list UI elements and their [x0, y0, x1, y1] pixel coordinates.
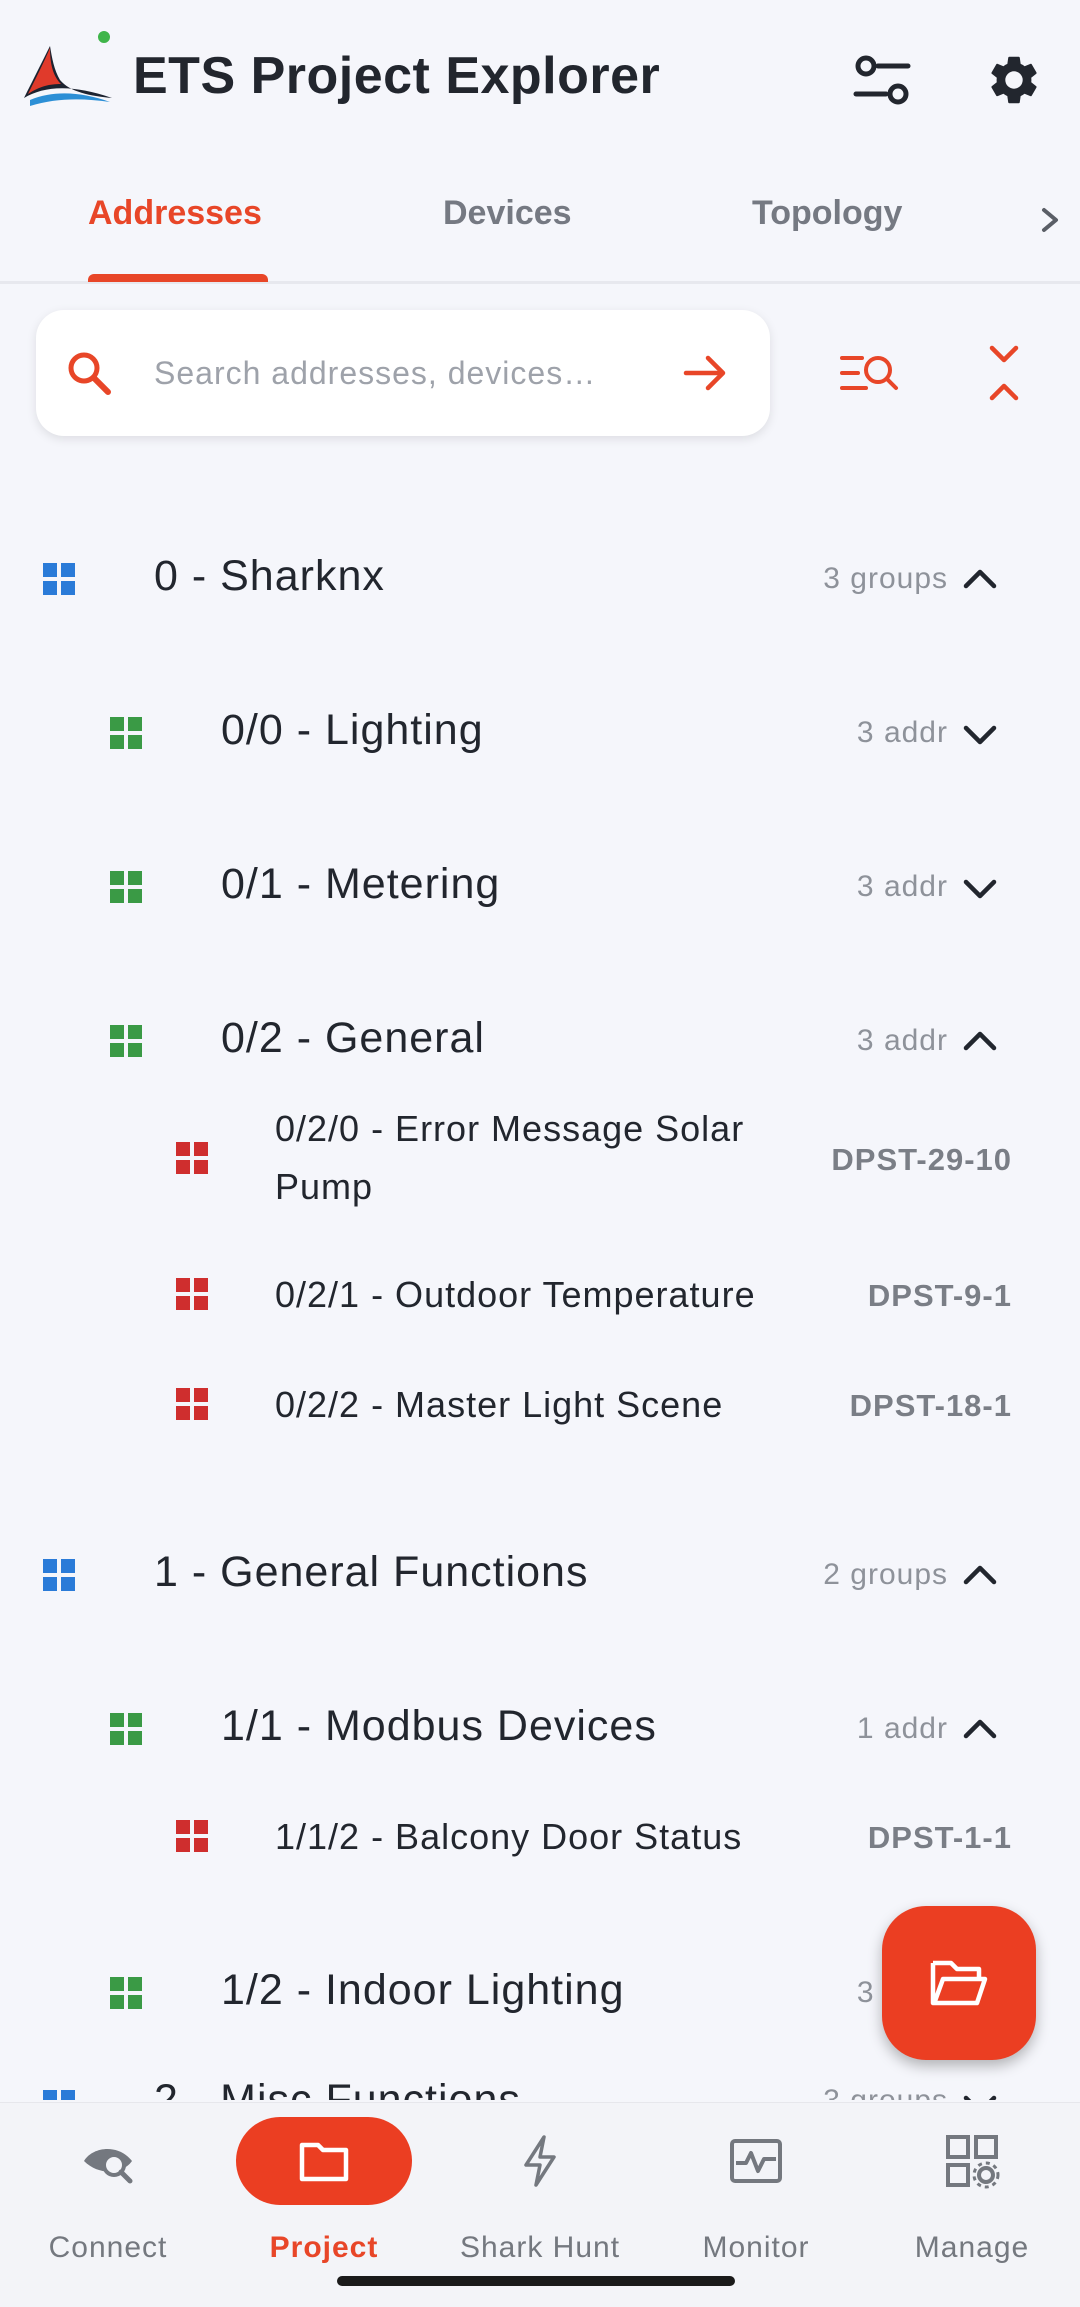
nav-project-label: Project: [269, 2231, 379, 2264]
group-count: 2 groups: [823, 1558, 948, 1591]
group-address-icon: [176, 1142, 210, 1176]
address-count: 1 addr: [856, 1712, 948, 1745]
chevron-down-icon[interactable]: [958, 2082, 1002, 2100]
main-group-label: 1 - General Functions: [154, 1548, 589, 1596]
settings-button[interactable]: [974, 40, 1054, 120]
tab-devices[interactable]: Devices: [443, 194, 572, 233]
nav-connect[interactable]: Connect: [0, 2103, 216, 2307]
group-address-label-line1: 0/2/0 - Error Message Solar: [275, 1108, 745, 1149]
chevron-right-icon[interactable]: [1030, 200, 1070, 240]
search-filter-icon[interactable]: [836, 340, 902, 406]
datapoint-type: DPST-9-1: [867, 1278, 1012, 1313]
middle-group-row[interactable]: 0/0 - Lighting 3 addr: [0, 654, 1080, 754]
middle-group-row[interactable]: 0/1 - Metering 3 addr: [0, 808, 1080, 908]
group-address-row[interactable]: 1/1/2 - Balcony Door Status DPST-1-1: [0, 1770, 1080, 1870]
middle-group-label: 0/1 - Metering: [221, 860, 501, 908]
home-indicator: [337, 2276, 735, 2286]
datapoint-type: DPST-18-1: [849, 1388, 1012, 1423]
middle-group-icon: [110, 871, 144, 905]
chevron-up-icon[interactable]: [958, 558, 1002, 602]
search-icon: [68, 352, 111, 395]
nav-shark-hunt-label: Shark Hunt: [459, 2231, 621, 2264]
chevron-up-icon[interactable]: [958, 1554, 1002, 1598]
middle-group-row[interactable]: 0/2 - General 3 addr: [0, 962, 1080, 1062]
middle-group-row[interactable]: 1/1 - Modbus Devices 1 addr: [0, 1650, 1080, 1750]
collapse-all-icon[interactable]: [974, 340, 1034, 406]
middle-group-icon: [110, 1977, 144, 2011]
group-address-row[interactable]: 0/2/2 - Master Light Scene DPST-18-1: [0, 1348, 1080, 1448]
shark-fin-logo: [24, 46, 112, 106]
middle-group-label: 1/1 - Modbus Devices: [221, 1702, 657, 1750]
arrow-right-icon[interactable]: [680, 350, 730, 396]
nav-connect-label: Connect: [48, 2231, 168, 2264]
middle-group-icon: [110, 1713, 144, 1747]
main-group-row[interactable]: 1 - General Functions 2 groups: [0, 1496, 1080, 1596]
group-address-label: 0/2/2 - Master Light Scene: [275, 1384, 724, 1425]
tab-addresses[interactable]: Addresses: [88, 194, 262, 233]
nav-manage[interactable]: Manage: [864, 2103, 1080, 2307]
group-address-label: 1/1/2 - Balcony Door Status: [275, 1816, 743, 1857]
datapoint-type: DPST-29-10: [831, 1142, 1012, 1177]
chevron-down-icon[interactable]: [958, 866, 1002, 910]
address-count: 3 addr: [856, 1024, 948, 1057]
nav-monitor-label: Monitor: [702, 2231, 810, 2264]
group-count: 3 groups: [823, 562, 948, 595]
monitor-pulse-icon: [730, 2139, 782, 2183]
main-group-icon: [43, 2090, 77, 2100]
chevron-up-icon[interactable]: [958, 1020, 1002, 1064]
middle-group-label: 0/0 - Lighting: [221, 706, 484, 754]
top-app-bar: ETS Project Explorer: [0, 0, 1080, 160]
widgets-gear-icon: [946, 2135, 1000, 2189]
group-address-icon: [176, 1388, 210, 1422]
main-group-label: 2 - Misc Functions: [154, 2076, 521, 2100]
group-address-icon: [176, 1278, 210, 1312]
main-group-icon: [43, 563, 77, 597]
group-address-label: 0/2/1 - Outdoor Temperature: [275, 1274, 756, 1315]
main-group-icon: [43, 1559, 77, 1593]
main-group-row[interactable]: 0 - Sharknx 3 groups: [0, 500, 1080, 600]
gear-icon: [991, 56, 1037, 104]
group-address-icon: [176, 1820, 210, 1854]
chevron-down-icon[interactable]: [958, 712, 1002, 756]
middle-group-icon: [110, 717, 144, 751]
chevron-up-icon[interactable]: [958, 1708, 1002, 1752]
folder-icon: [299, 2142, 349, 2182]
group-count: 3 groups: [823, 2084, 948, 2100]
search-box: [36, 310, 770, 436]
middle-group-label: 0/2 - General: [221, 1014, 485, 1062]
main-group-label: 0 - Sharknx: [154, 552, 385, 600]
group-address-tree: 0 - Sharknx 3 groups 0/0 - Lighting 3 ad…: [0, 460, 1080, 2100]
app-title: ETS Project Explorer: [133, 47, 661, 105]
datapoint-type: DPST-1-1: [867, 1820, 1012, 1855]
group-address-row[interactable]: 0/2/0 - Error Message Solar Pump DPST-29…: [0, 1092, 1080, 1212]
address-count: 3 addr: [856, 870, 948, 903]
middle-group-label: 1/2 - Indoor Lighting: [221, 1966, 625, 2014]
group-address-label-line2: Pump: [275, 1166, 374, 1207]
address-count: 3 addr: [856, 716, 948, 749]
tab-bar: Addresses Devices Topology: [0, 160, 1080, 284]
nav-manage-label: Manage: [914, 2231, 1030, 2264]
lightning-icon: [524, 2135, 556, 2187]
search-input[interactable]: [154, 340, 674, 406]
folder-open-icon: [930, 1960, 988, 2006]
active-tab-indicator: [88, 274, 268, 282]
sliders-icon: [853, 55, 911, 105]
open-project-button[interactable]: [882, 1906, 1036, 2060]
connection-status-dot: [95, 28, 113, 46]
tab-topology[interactable]: Topology: [752, 194, 902, 233]
group-address-row[interactable]: 0/2/1 - Outdoor Temperature DPST-9-1: [0, 1238, 1080, 1338]
eye-search-icon: [84, 2148, 133, 2184]
filter-settings-button[interactable]: [842, 40, 922, 120]
middle-group-icon: [110, 1025, 144, 1059]
